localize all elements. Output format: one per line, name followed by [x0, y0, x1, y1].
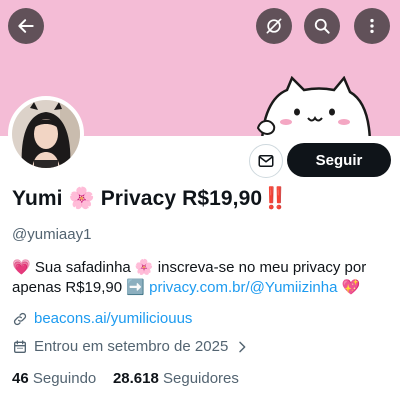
eye-slash-icon	[266, 18, 282, 34]
search-icon	[314, 18, 330, 34]
followers-count: 28.618	[112, 370, 159, 387]
envelope-icon	[258, 155, 274, 167]
joined-text: Entrou em setembro de 2025	[34, 338, 229, 355]
back-arrow-icon	[18, 19, 34, 33]
avatar[interactable]	[8, 96, 84, 172]
more-button[interactable]	[354, 8, 390, 44]
follow-button[interactable]: Seguir	[287, 143, 391, 177]
calendar-icon	[14, 339, 26, 353]
followers-link[interactable]: 28.618 Seguidores	[113, 370, 239, 387]
more-vertical-icon	[370, 18, 374, 34]
back-button[interactable]	[8, 8, 44, 44]
profile-bio: 💗 Sua safadinha 🌸 inscreva-se no meu pri…	[12, 258, 392, 298]
chevron-right-icon	[239, 341, 246, 352]
bio-text-end: 💖	[337, 279, 361, 296]
hide-button[interactable]	[256, 8, 292, 44]
message-button[interactable]	[249, 144, 283, 178]
link-icon	[13, 312, 27, 325]
following-count: 46	[12, 370, 29, 387]
search-button[interactable]	[304, 8, 340, 44]
cat-illustration	[256, 76, 371, 136]
following-link[interactable]: 46 Seguindo	[12, 370, 96, 387]
profile-name: Yumi 🌸 Privacy R$19,90‼️	[12, 187, 289, 210]
profile-handle: @yumiaay1	[12, 226, 92, 243]
profile-joined[interactable]: Entrou em setembro de 2025	[12, 338, 250, 355]
bio-link[interactable]: privacy.com.br/@Yumiizinha	[149, 279, 337, 296]
profile-website: beacons.ai/yumiliciouus	[12, 310, 192, 327]
followers-label: Seguidores	[163, 370, 239, 387]
following-label: Seguindo	[32, 370, 97, 387]
profile-stats: 46 Seguindo 28.618 Seguidores	[12, 370, 239, 387]
website-link[interactable]: beacons.ai/yumiliciouus	[34, 310, 192, 327]
avatar-photo	[12, 100, 80, 168]
